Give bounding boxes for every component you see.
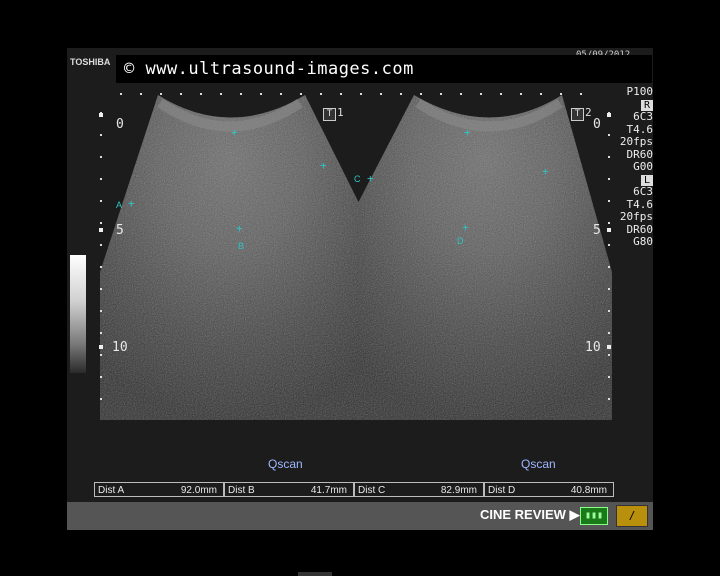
cine-loop-icon[interactable]: ▮▮▮ [580,507,608,525]
lateral-scale-dots [120,93,600,95]
depth-tick [607,113,611,117]
measurement-value: 92.0mm [180,485,217,496]
transducer-icon: T [323,108,336,121]
left-panel-chip: L [641,174,653,186]
measurement-dist-a: Dist A 92.0mm [94,482,224,497]
depth-label-0-left: 0 [116,117,124,132]
panel-1-number: 1 [337,106,344,119]
depth-label-5-right: 5 [593,223,601,238]
power-label: P100 [626,85,654,98]
caliper-cross-icon[interactable]: + [464,126,471,139]
measurement-label: Dist C [358,485,386,496]
imaging-parameters: P100 R 6C3 T4.6 20fps DR60 G00 L 6C3 T4.… [619,85,654,249]
qscan-label-right: Qscan [521,457,556,471]
param-right-probe: 6C3 [633,110,653,123]
depth-tick [607,228,611,232]
bottom-edge-mark [298,572,332,576]
depth-label-10-left: 10 [112,340,128,355]
play-icon: ▶ [569,507,580,522]
depth-scale-dots-right [608,112,610,417]
cine-review-button[interactable]: CINE REVIEW ▶ [480,507,580,523]
caliper-cross-icon[interactable]: + [462,221,469,234]
caliper-cross-icon[interactable]: + [231,126,238,139]
caliper-cross-icon[interactable]: + [367,172,374,185]
right-sector-image [357,95,612,420]
panel-1-indicator[interactable]: T1 [323,106,344,121]
caliper-label-c: C [354,174,361,184]
param-left-fps: 20fps [619,210,653,223]
panel-2-indicator[interactable]: T2 [571,106,592,121]
measurement-label: Dist B [228,485,255,496]
depth-tick [99,228,103,232]
depth-tick [607,345,611,349]
caliper-label-b: B [238,241,245,251]
param-right-gain: G00 [633,160,653,173]
depth-tick [99,345,103,349]
depth-label-5-left: 5 [116,223,124,238]
left-sector-image [100,95,360,420]
grayscale-bar [70,255,86,373]
right-panel-chip: R [641,99,653,111]
depth-label-0-right: 0 [593,117,601,132]
measurement-dist-b: Dist B 41.7mm [224,482,354,497]
cine-review-label: CINE REVIEW [480,507,566,522]
measurement-value: 82.9mm [440,485,477,496]
caliper-cross-icon[interactable]: + [236,222,243,235]
transducer-icon: T [571,108,584,121]
measurement-label: Dist D [488,485,516,496]
caliper-label-a: A [116,200,123,210]
measurement-label: Dist A [98,485,125,496]
param-right-fps: 20fps [619,135,653,148]
param-left-probe: 6C3 [633,185,653,198]
qscan-label-left: Qscan [268,457,303,471]
measurement-value: 40.8mm [570,485,607,496]
depth-label-10-right: 10 [585,340,601,355]
caliper-label-d: D [457,236,464,246]
measurement-value: 41.7mm [310,485,347,496]
measurement-dist-d: Dist D 40.8mm [484,482,614,497]
caliper-cross-icon[interactable]: + [320,159,327,172]
caliper-cross-icon[interactable]: + [542,165,549,178]
panel-2-number: 2 [585,106,592,119]
caliper-cross-icon[interactable]: + [128,197,135,210]
measurement-dist-c: Dist C 82.9mm [354,482,484,497]
depth-tick [99,113,103,117]
probe-icon[interactable]: ∕ [616,505,648,527]
param-left-gain: G80 [633,235,653,248]
depth-scale-dots-left [100,112,102,417]
